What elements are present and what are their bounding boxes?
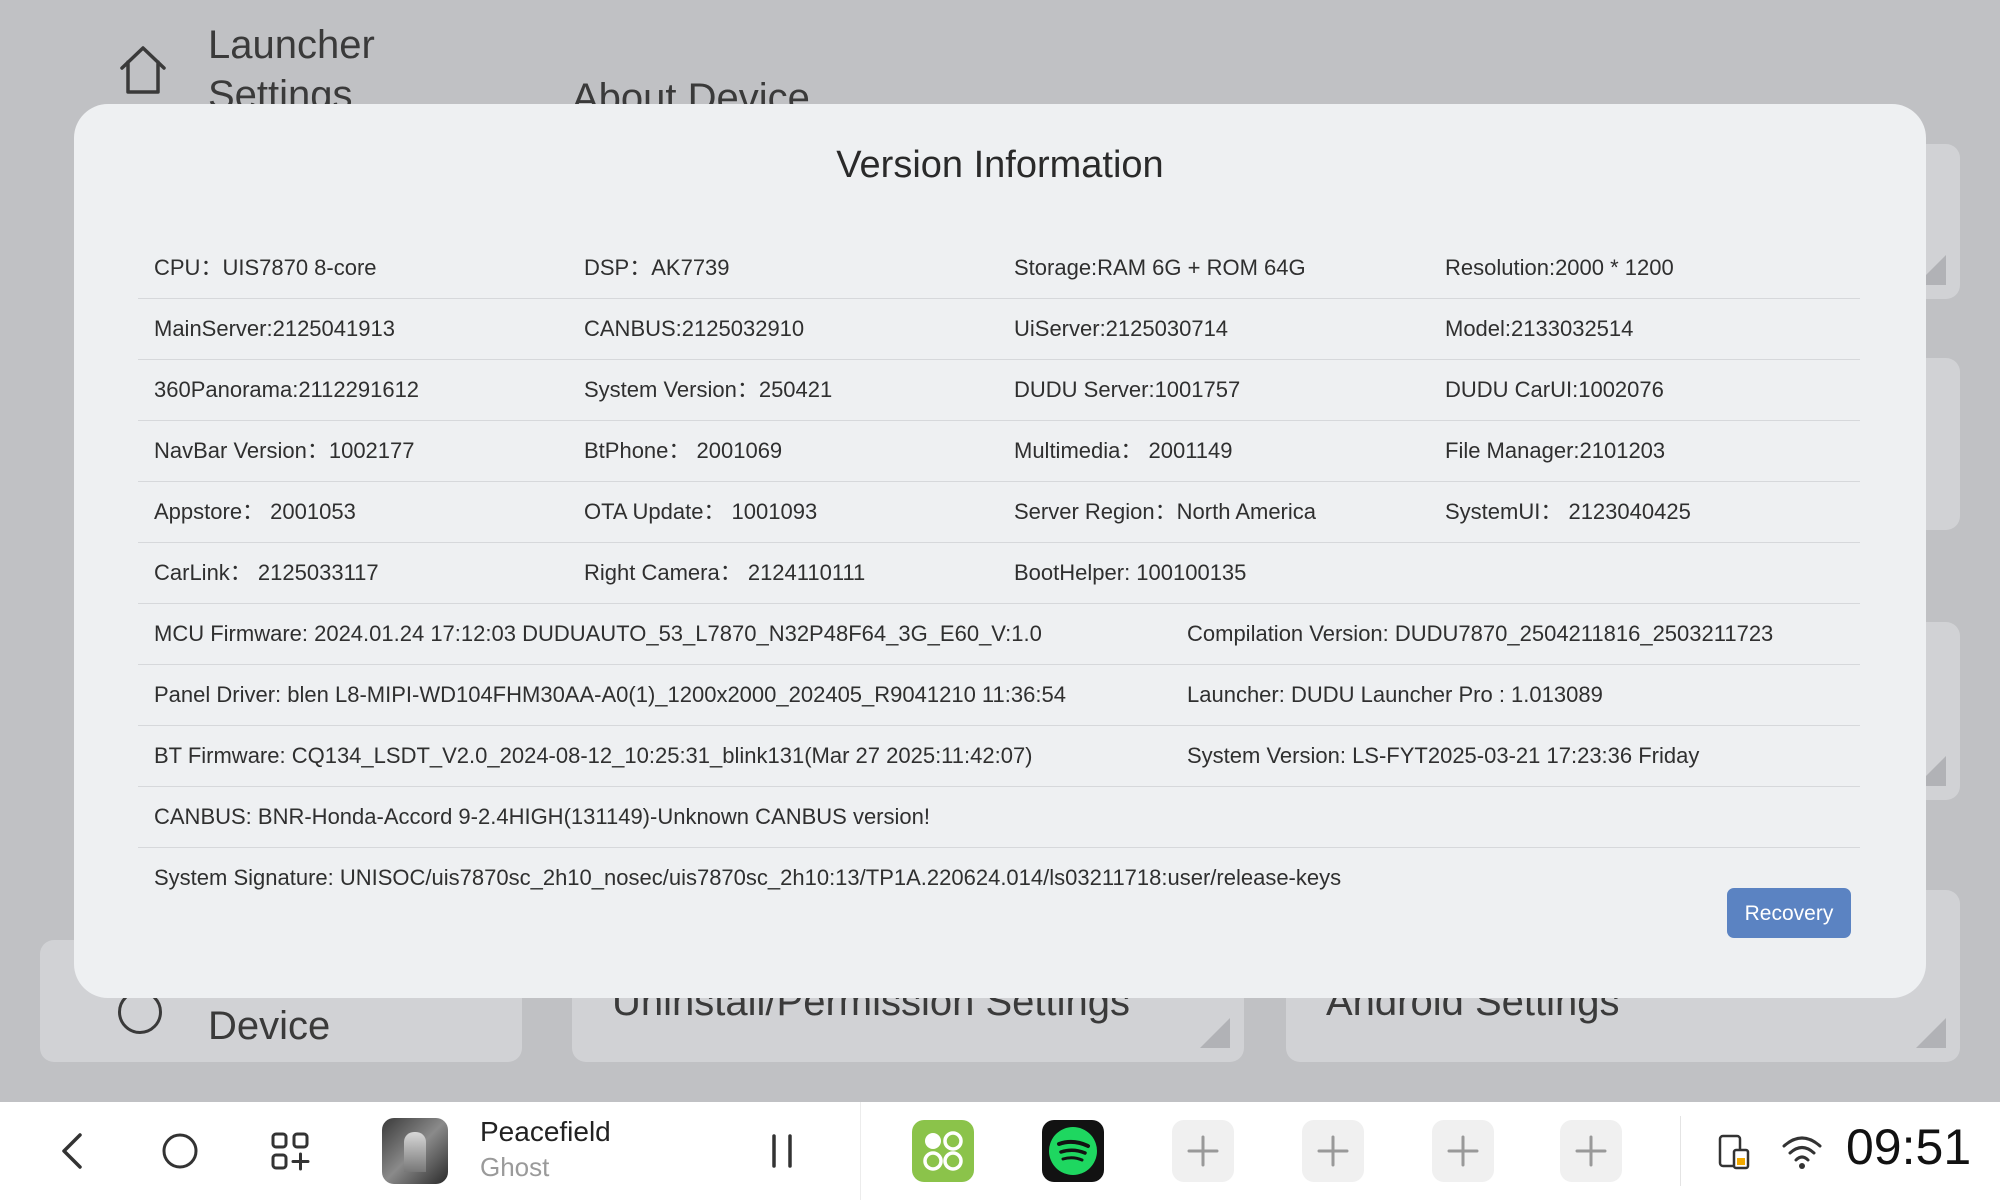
album-art[interactable] <box>382 1118 448 1184</box>
add-app-slot-3[interactable] <box>1432 1120 1494 1182</box>
album-art-figure <box>404 1132 426 1172</box>
info-row: MCU Firmware: 2024.01.24 17:12:03 DUDUAU… <box>138 604 1860 665</box>
info-cell: MainServer:2125041913 <box>154 316 395 341</box>
info-cell: DUDU CarUI:1002076 <box>1445 377 1664 402</box>
info-cell: BootHelper: 100100135 <box>1014 560 1247 585</box>
pause-icon[interactable] <box>762 1131 802 1171</box>
info-row: CPU：UIS7870 8-core DSP：AK7739 Storage:RA… <box>138 238 1860 299</box>
info-cell: Right Camera： 2124110111 <box>584 560 866 585</box>
info-cell: Resolution:2000 * 1200 <box>1445 255 1674 280</box>
nav-divider <box>860 1102 861 1200</box>
info-cell: 360Panorama:2112291612 <box>154 377 420 402</box>
info-cell: UiServer:2125030714 <box>1014 316 1229 341</box>
info-cell: CANBUS: BNR-Honda-Accord 9-2.4HIGH(13114… <box>154 804 930 829</box>
apps-grid-icon[interactable] <box>270 1131 310 1171</box>
info-row: NavBar Version：1002177 BtPhone： 2001069 … <box>138 421 1860 482</box>
home-circle-icon[interactable] <box>160 1131 200 1171</box>
info-cell: Storage:RAM 6G + ROM 64G <box>1014 255 1306 280</box>
info-row: 360Panorama:2112291612 System Version：25… <box>138 360 1860 421</box>
add-app-slot-2[interactable] <box>1302 1120 1364 1182</box>
info-row: CANBUS: BNR-Honda-Accord 9-2.4HIGH(13114… <box>138 787 1860 848</box>
device-card-label: Device <box>208 1004 331 1048</box>
info-cell: CANBUS:2125032910 <box>584 316 805 341</box>
info-cell: System Version：250421 <box>584 377 833 402</box>
info-cell: DSP：AK7739 <box>584 255 730 280</box>
corner-mark <box>1200 1018 1230 1048</box>
bottom-nav-bar: Peacefield Ghost 09:51 <box>0 1102 2000 1200</box>
plus-icon <box>1447 1135 1479 1167</box>
info-cell: System Signature: UNISOC/uis7870sc_2h10_… <box>154 865 1342 890</box>
info-cell: BT Firmware: CQ134_LSDT_V2.0_2024-08-12_… <box>154 743 1033 768</box>
wifi-icon[interactable] <box>1780 1132 1824 1172</box>
info-cell: OTA Update： 1001093 <box>584 499 818 524</box>
version-info-dialog: Version Information CPU：UIS7870 8-core D… <box>74 104 1926 998</box>
info-cell: File Manager:2101203 <box>1445 438 1666 463</box>
info-cell: NavBar Version：1002177 <box>154 438 415 463</box>
info-cell: Model:2133032514 <box>1445 316 1634 341</box>
spotify-logo-icon <box>1049 1127 1097 1175</box>
plus-icon <box>1187 1135 1219 1167</box>
info-cell: Multimedia： 2001149 <box>1014 438 1233 463</box>
info-cell: Server Region：North America <box>1014 499 1317 524</box>
clock: 09:51 <box>1846 1119 1972 1175</box>
info-cell: SystemUI： 2123040425 <box>1445 499 1691 524</box>
info-cell: Panel Driver: blen L8-MIPI-WD104FHM30AA-… <box>154 682 1066 707</box>
info-cell: MCU Firmware: 2024.01.24 17:12:03 DUDUAU… <box>154 621 1042 646</box>
info-row: Panel Driver: blen L8-MIPI-WD104FHM30AA-… <box>138 665 1860 726</box>
plus-icon <box>1575 1135 1607 1167</box>
info-cell: System Version: LS-FYT2025-03-21 17:23:3… <box>1187 743 1700 768</box>
info-cell <box>1429 543 1445 603</box>
info-cell: Launcher: DUDU Launcher Pro : 1.013089 <box>1187 682 1603 707</box>
dialog-title: Version Information <box>836 144 1164 186</box>
add-app-slot-4[interactable] <box>1560 1120 1622 1182</box>
settings-header: Launcher Settings About Device <box>0 0 2000 120</box>
media-artist: Ghost <box>480 1152 550 1182</box>
corner-mark <box>1916 1018 1946 1048</box>
info-cell: CarLink： 2125033117 <box>154 560 379 585</box>
media-title: Peacefield <box>480 1116 611 1147</box>
version-info-table: CPU：UIS7870 8-core DSP：AK7739 Storage:RA… <box>138 238 1860 908</box>
app-launcher-icon[interactable] <box>912 1120 974 1182</box>
home-icon[interactable] <box>118 42 168 98</box>
info-cell: DUDU Server:1001757 <box>1014 377 1241 402</box>
back-icon[interactable] <box>54 1131 94 1171</box>
info-cell: Appstore： 2001053 <box>154 499 356 524</box>
info-row: Appstore： 2001053 OTA Update： 1001093 Se… <box>138 482 1860 543</box>
info-row: BT Firmware: CQ134_LSDT_V2.0_2024-08-12_… <box>138 726 1860 787</box>
info-cell: BtPhone： 2001069 <box>584 438 783 463</box>
device-battery-icon[interactable] <box>1714 1132 1754 1172</box>
nav-divider <box>1680 1116 1681 1186</box>
launcher-glyph-icon <box>923 1131 963 1171</box>
info-cell: CPU：UIS7870 8-core <box>154 255 377 280</box>
info-row: MainServer:2125041913 CANBUS:2125032910 … <box>138 299 1860 360</box>
plus-icon <box>1317 1135 1349 1167</box>
recovery-button[interactable]: Recovery <box>1727 888 1851 938</box>
info-cell: Compilation Version: DUDU7870_2504211816… <box>1187 621 1774 646</box>
info-row: CarLink： 2125033117 Right Camera： 212411… <box>138 543 1860 604</box>
add-app-slot-1[interactable] <box>1172 1120 1234 1182</box>
info-row: System Signature: UNISOC/uis7870sc_2h10_… <box>138 848 1860 908</box>
spotify-icon[interactable] <box>1042 1120 1104 1182</box>
